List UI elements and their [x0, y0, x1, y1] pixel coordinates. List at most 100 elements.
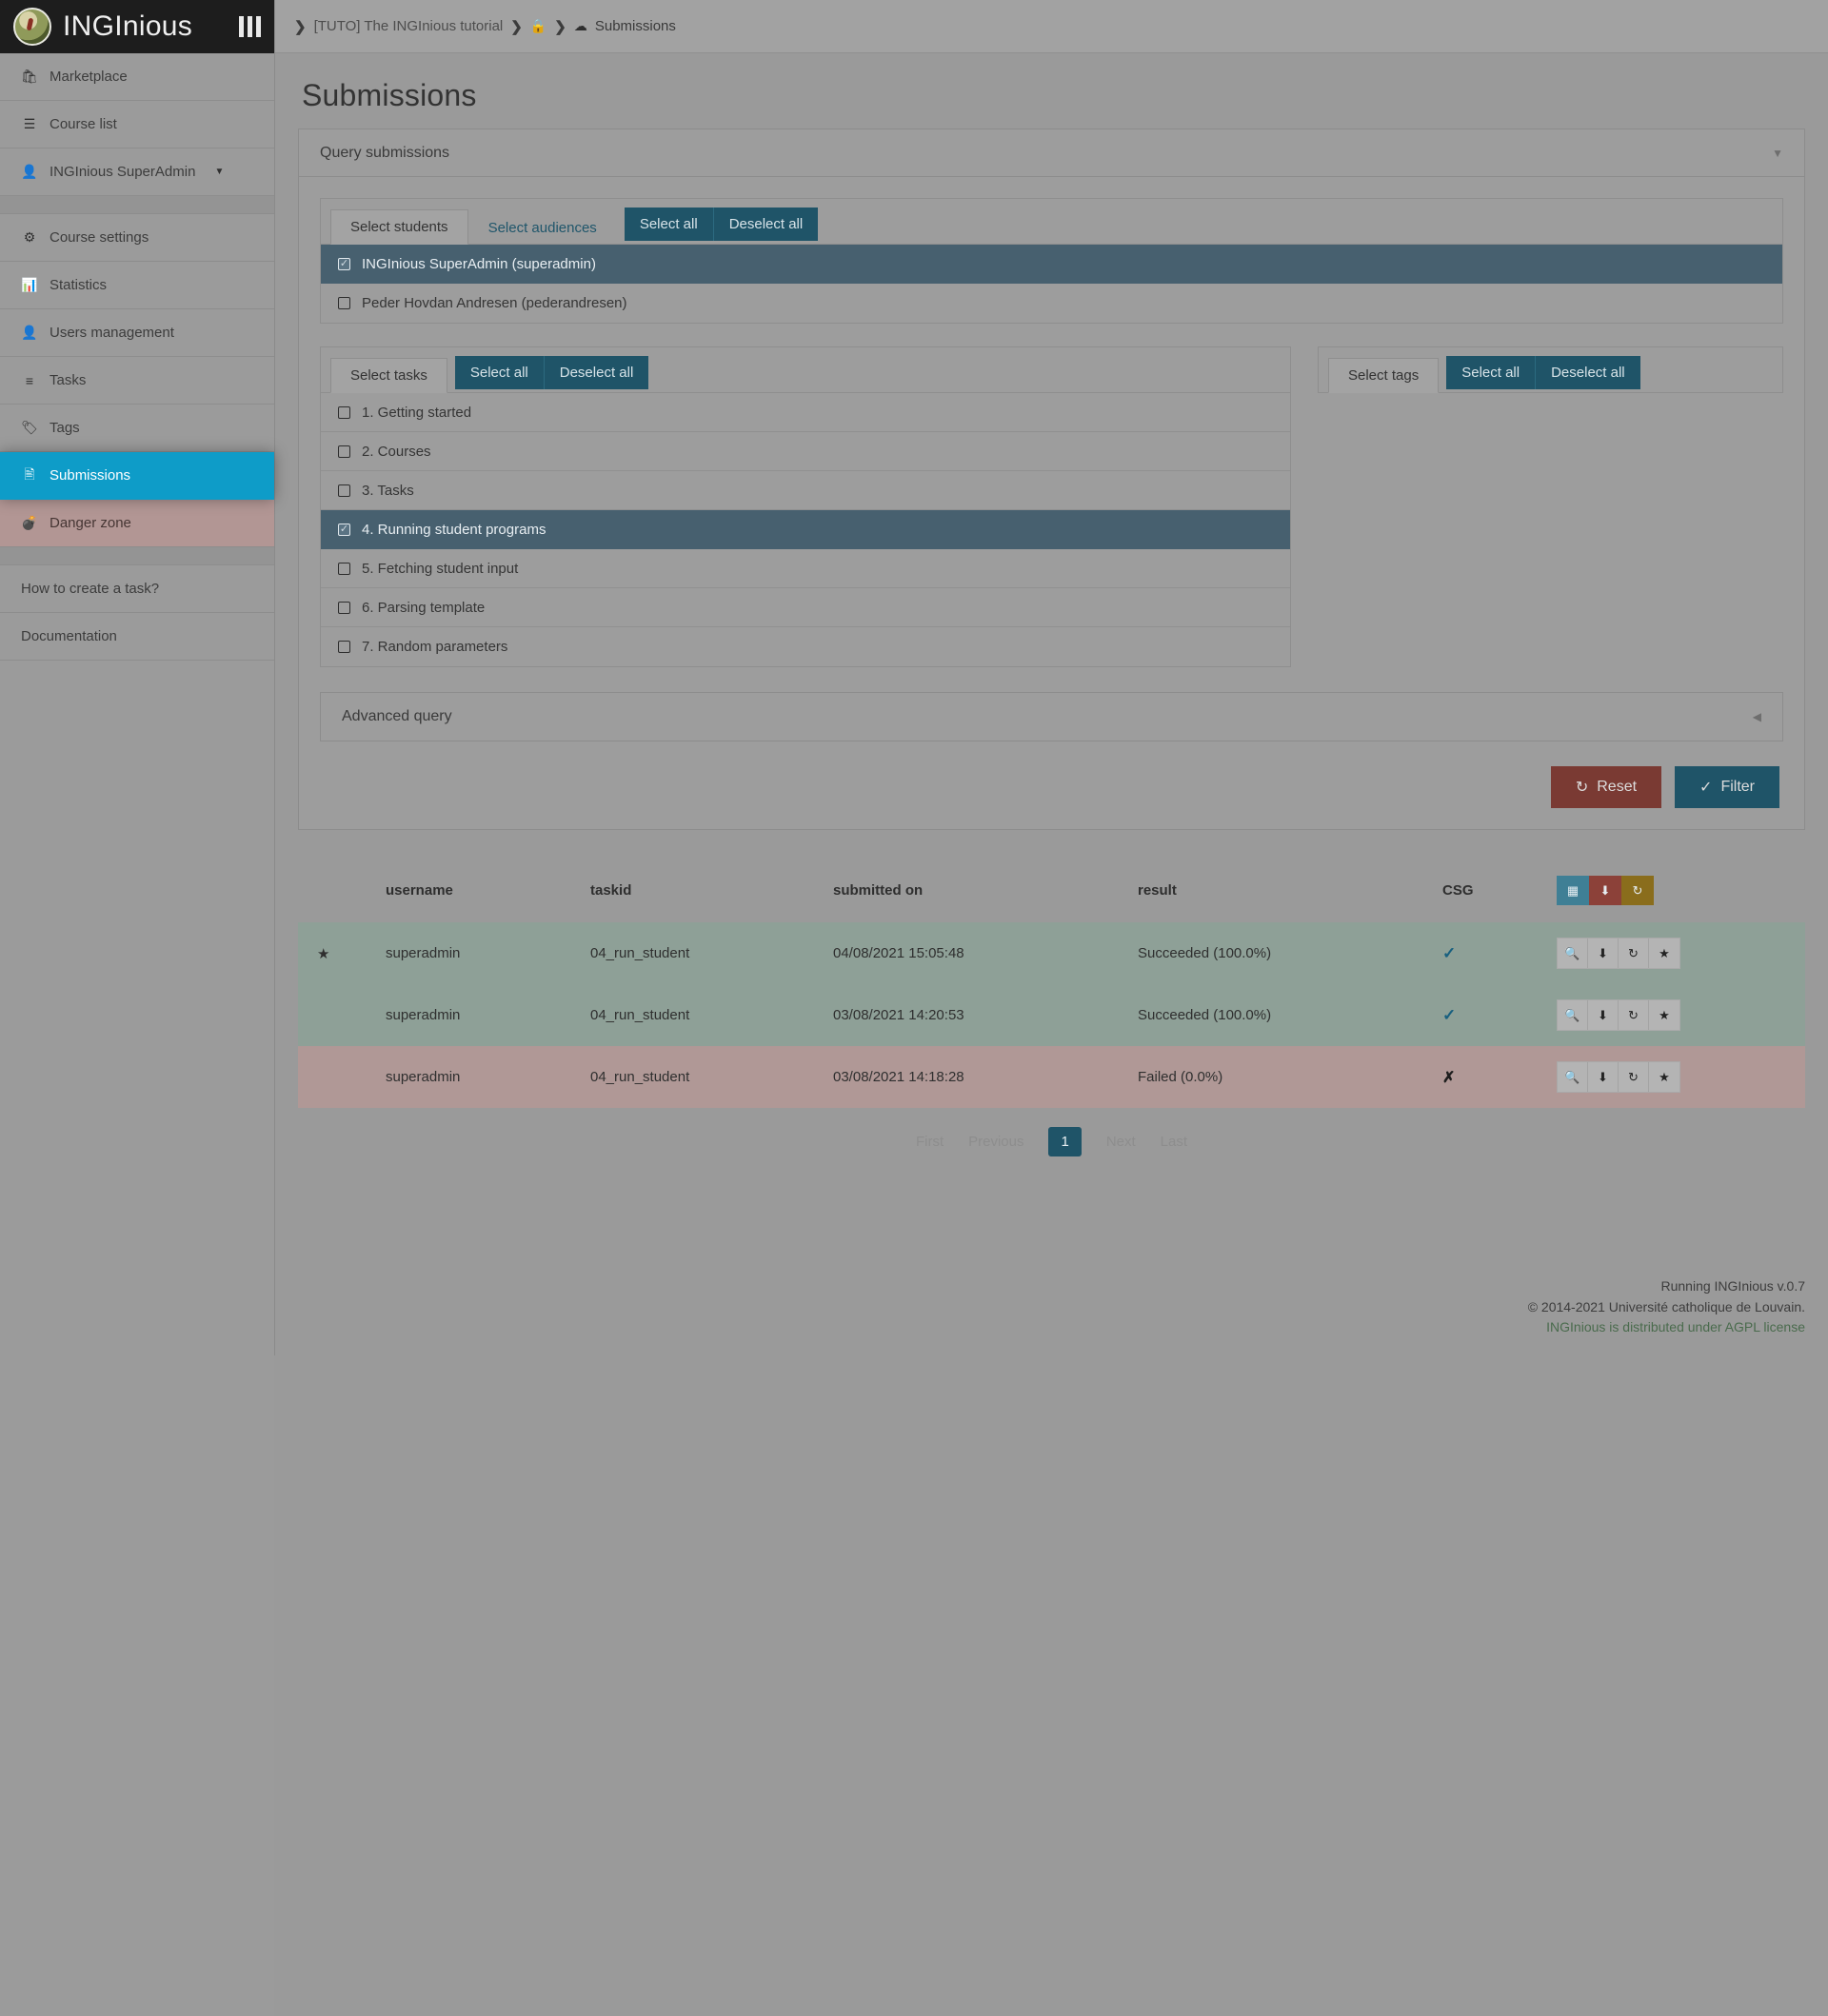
student-row[interactable]: Peder Hovdan Andresen (pederandresen) — [321, 284, 1782, 323]
checkbox-unchecked-icon[interactable] — [338, 601, 350, 614]
download-submission-button[interactable]: ⬇ — [1588, 1000, 1619, 1030]
checkbox-unchecked-icon[interactable] — [338, 405, 350, 419]
tasks-deselect-all-button[interactable]: Deselect all — [543, 356, 649, 389]
breadcrumb: ❯ [TUTO] The INGInious tutorial ❯ 🔒 ❯ ☁ … — [275, 0, 1828, 53]
download-all-button[interactable]: ⬇ — [1589, 876, 1621, 905]
query-submissions-title: Query submissions — [320, 144, 450, 161]
checkbox-unchecked-icon[interactable] — [338, 445, 350, 458]
row-action-group: 🔍 ⬇ ↻ ★ — [1557, 1061, 1680, 1093]
chevron-left-icon[interactable]: ◀ — [1753, 710, 1761, 723]
row-action-group: 🔍 ⬇ ↻ ★ — [1557, 999, 1680, 1031]
task-row[interactable]: 3. Tasks — [321, 471, 1290, 510]
tasks-select-all-button[interactable]: Select all — [454, 356, 544, 389]
sidebar-item-documentation[interactable]: Documentation — [0, 613, 274, 661]
tags-select-all-button[interactable]: Select all — [1446, 356, 1536, 389]
set-best-submission-button[interactable]: ★ — [1649, 939, 1679, 968]
reset-button[interactable]: ↻ Reset — [1550, 766, 1662, 808]
table-view-button[interactable]: ▦ — [1557, 876, 1589, 905]
filter-button-label: Filter — [1720, 779, 1755, 795]
sidebar-item-user-menu[interactable]: 👤 INGInious SuperAdmin ▼ — [0, 148, 274, 196]
sidebar-item-course-list[interactable]: ☰ Course list — [0, 101, 274, 148]
pagination-first[interactable]: First — [916, 1134, 944, 1150]
checkbox-unchecked-icon[interactable] — [338, 484, 350, 497]
task-row[interactable]: 1. Getting started — [321, 393, 1290, 432]
tab-select-audiences[interactable]: Select audiences — [468, 210, 617, 245]
students-select-all-button[interactable]: Select all — [624, 208, 713, 241]
check-icon: ✓ — [1442, 1005, 1457, 1024]
set-best-submission-button[interactable]: ★ — [1649, 1000, 1679, 1030]
sidebar-item-tags[interactable]: 🏷 Tags — [0, 405, 274, 452]
advanced-query-header[interactable]: Advanced query ◀ — [321, 693, 1782, 741]
sidebar-item-marketplace[interactable]: 🛍 Marketplace — [0, 53, 274, 101]
tags-column: Select tags Select all Deselect all — [1318, 346, 1783, 393]
sidebar-item-how-to-create-a-task[interactable]: How to create a task? — [0, 565, 274, 613]
cell-result: Succeeded (100.0%) — [1138, 1007, 1272, 1023]
sidebar-filler — [0, 661, 274, 2016]
chevron-down-icon[interactable]: ▼ — [1772, 147, 1783, 160]
tags-deselect-all-button[interactable]: Deselect all — [1535, 356, 1640, 389]
table-row[interactable]: superadmin 04_run_student 03/08/2021 14:… — [298, 984, 1805, 1046]
breadcrumb-chevron-icon: ❯ — [554, 18, 566, 35]
tab-select-students[interactable]: Select students — [330, 209, 468, 245]
pagination-page-1[interactable]: 1 — [1048, 1127, 1082, 1156]
checkbox-unchecked-icon[interactable] — [338, 641, 350, 653]
lock-admin-icon[interactable]: 🔒 — [530, 18, 546, 34]
sidebar-item-submissions[interactable]: 🖹 Submissions — [0, 452, 274, 500]
table-row[interactable]: ★ superadmin 04_run_student 04/08/2021 1… — [298, 922, 1805, 984]
replay-submission-button[interactable]: ↻ — [1619, 939, 1649, 968]
cell-csg: ✓ — [1442, 922, 1557, 984]
view-submission-button[interactable]: 🔍 — [1558, 1000, 1588, 1030]
checkbox-unchecked-icon[interactable] — [338, 562, 350, 575]
task-row[interactable]: 2. Courses — [321, 432, 1290, 471]
pagination-last[interactable]: Last — [1161, 1134, 1187, 1150]
replay-submission-button[interactable]: ↻ — [1619, 1062, 1649, 1092]
tags-selection-box: Select tags Select all Deselect all — [1318, 346, 1783, 393]
app-root: INGInious 🛍 Marketplace ☰ Course list 👤 … — [0, 0, 1828, 2016]
row-action-group: 🔍 ⬇ ↻ ★ — [1557, 938, 1680, 969]
tab-select-tasks[interactable]: Select tasks — [330, 358, 447, 393]
checkbox-checked-icon[interactable]: ✓ — [338, 523, 350, 536]
tab-select-tags[interactable]: Select tags — [1328, 358, 1440, 393]
table-row[interactable]: superadmin 04_run_student 03/08/2021 14:… — [298, 1046, 1805, 1108]
hamburger-bars-icon[interactable] — [239, 16, 261, 37]
set-best-submission-button[interactable]: ★ — [1649, 1062, 1679, 1092]
task-row[interactable]: 7. Random parameters — [321, 627, 1290, 666]
sidebar-item-label: Course list — [50, 116, 117, 132]
refresh-all-button[interactable]: ↻ — [1621, 876, 1654, 905]
task-row[interactable]: 5. Fetching student input — [321, 549, 1290, 588]
query-form-actions: ↻ Reset ✓ Filter — [320, 766, 1783, 808]
col-username: username — [386, 882, 453, 899]
checkbox-unchecked-icon[interactable] — [338, 297, 350, 309]
download-submission-button[interactable]: ⬇ — [1588, 939, 1619, 968]
pagination-next[interactable]: Next — [1106, 1134, 1136, 1150]
cell-csg: ✗ — [1442, 1046, 1557, 1108]
cell-submitted-on: 03/08/2021 14:18:28 — [833, 1069, 964, 1085]
student-row[interactable]: ✓ INGInious SuperAdmin (superadmin) — [321, 245, 1782, 284]
sidebar-item-users-management[interactable]: 👤 Users management — [0, 309, 274, 357]
sidebar-item-label: Course settings — [50, 229, 149, 246]
sidebar-item-label: Documentation — [21, 628, 117, 644]
bomb-icon: 💣 — [21, 515, 38, 530]
filter-button[interactable]: ✓ Filter — [1675, 766, 1779, 808]
sidebar-item-danger-zone[interactable]: 💣 Danger zone — [0, 500, 274, 547]
view-submission-button[interactable]: 🔍 — [1558, 939, 1588, 968]
breadcrumb-course-link[interactable]: [TUTO] The INGInious tutorial — [314, 18, 504, 34]
checkbox-checked-icon[interactable]: ✓ — [338, 257, 350, 270]
query-submissions-header[interactable]: Query submissions ▼ — [299, 129, 1804, 177]
cross-icon: ✗ — [1442, 1069, 1456, 1086]
best-submission-star-icon: ★ — [317, 945, 330, 962]
brand-header: INGInious — [0, 0, 274, 53]
task-row[interactable]: 6. Parsing template — [321, 588, 1290, 627]
sidebar-item-course-settings[interactable]: ⚙ Course settings — [0, 214, 274, 262]
sidebar-item-tasks[interactable]: ≡ Tasks — [0, 357, 274, 405]
download-submission-button[interactable]: ⬇ — [1588, 1062, 1619, 1092]
pagination-previous[interactable]: Previous — [968, 1134, 1023, 1150]
students-deselect-all-button[interactable]: Deselect all — [712, 208, 819, 241]
sidebar-item-statistics[interactable]: 📊 Statistics — [0, 262, 274, 309]
task-row[interactable]: ✓ 4. Running student programs — [321, 510, 1290, 549]
sidebar-item-label: Submissions — [50, 467, 131, 484]
page-content: Submissions Query submissions ▼ Select s… — [275, 53, 1828, 1276]
replay-submission-button[interactable]: ↻ — [1619, 1000, 1649, 1030]
submissions-table: username taskid submitted on result CSG … — [298, 859, 1805, 1108]
view-submission-button[interactable]: 🔍 — [1558, 1062, 1588, 1092]
